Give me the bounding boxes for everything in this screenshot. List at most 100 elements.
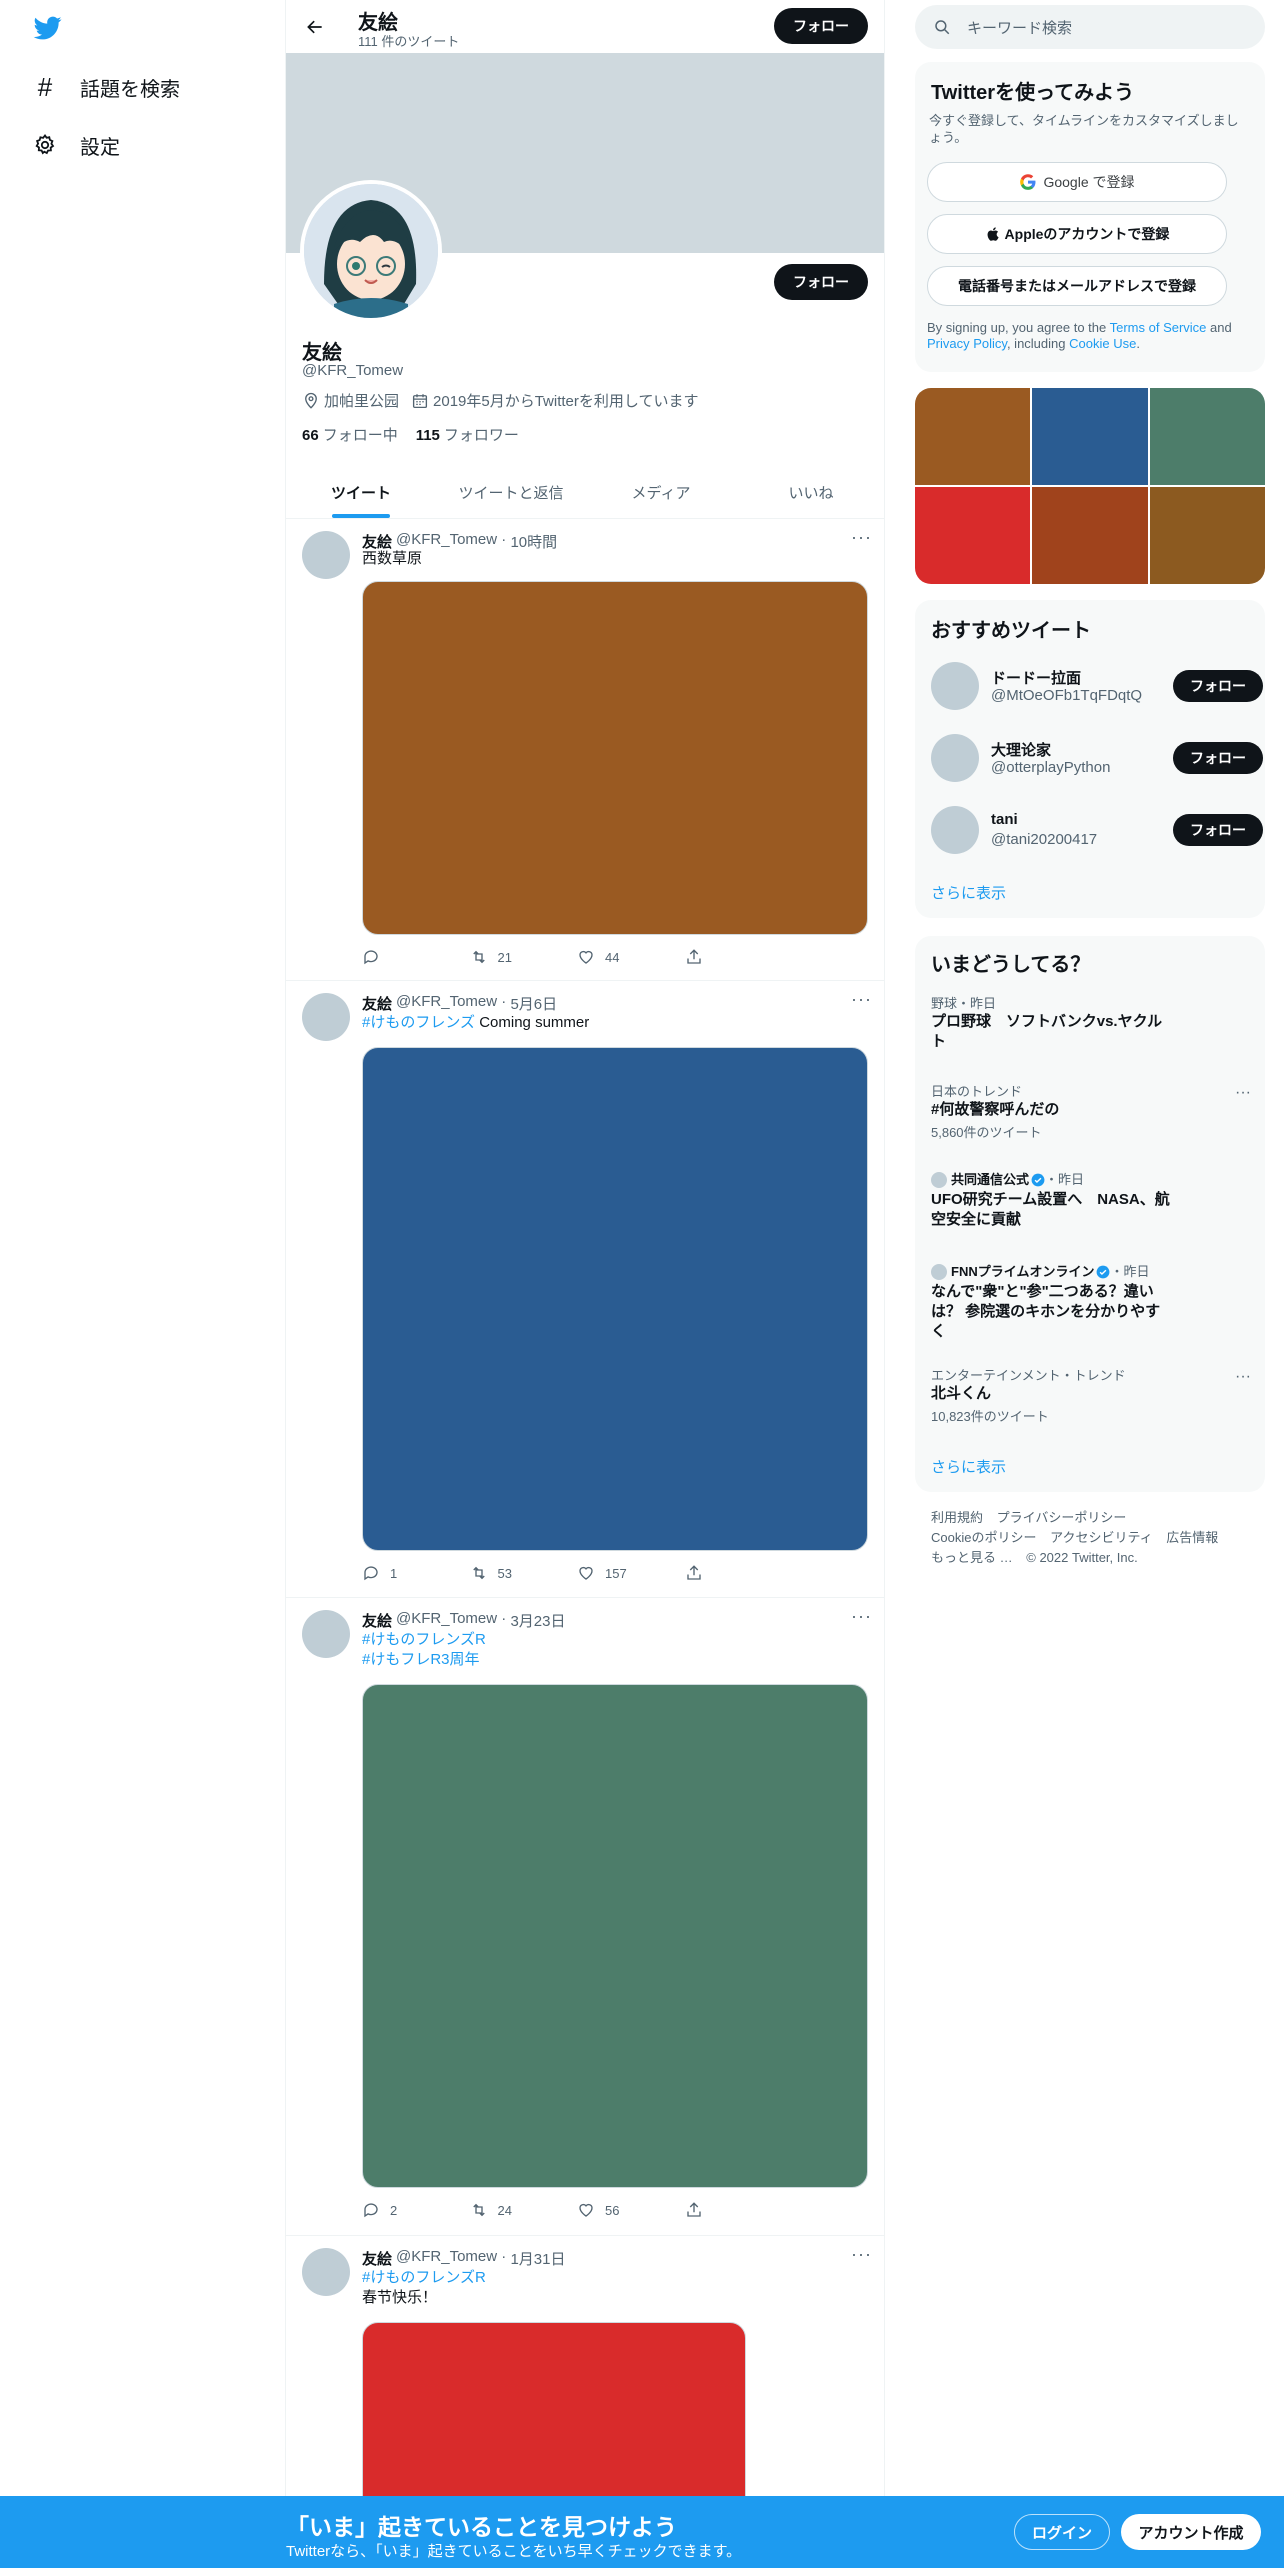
- grid-photo[interactable]: [1149, 388, 1265, 485]
- tab-media[interactable]: メディア: [586, 466, 736, 518]
- user-avatar[interactable]: [931, 806, 979, 854]
- reply-button[interactable]: 2: [362, 2200, 470, 2220]
- profile-follow-button[interactable]: フォロー: [774, 264, 868, 300]
- nav-settings[interactable]: 設定: [32, 125, 120, 165]
- more-options-icon[interactable]: ···: [851, 1606, 872, 1627]
- trend-item[interactable]: 日本のトレンド #何故警察呼んだの 5,860件のツイート ···: [931, 1084, 1251, 1141]
- search-input[interactable]: キーワード検索: [967, 17, 1072, 38]
- share-button[interactable]: [685, 2200, 793, 2220]
- trend-item[interactable]: エンターテインメント・トレンド 北斗くん 10,823件のツイート ···: [931, 1368, 1251, 1425]
- recommended-user[interactable]: 大理论家 @otterplayPython フォロー: [931, 734, 1263, 784]
- trend-item[interactable]: 野球・昨日 プロ野球 ソフトバンクvs.ヤクルト: [931, 996, 1251, 1052]
- tweet-media-image[interactable]: [362, 581, 868, 935]
- grid-photo[interactable]: [915, 388, 1031, 485]
- trend-item[interactable]: FNNプライムオンライン ・昨日 なんで"衆"と"参"二つある？違いは？ 参院選…: [931, 1264, 1251, 1342]
- share-button[interactable]: [685, 1563, 793, 1583]
- tweet-hashtag[interactable]: #けものフレンズ: [362, 1014, 475, 1031]
- more-options-icon[interactable]: ···: [851, 2244, 872, 2265]
- followers-link[interactable]: 115 フォロワー: [416, 424, 519, 445]
- source-time: ・昨日: [1045, 1172, 1085, 1187]
- user-avatar[interactable]: [931, 662, 979, 710]
- tweet-time[interactable]: 3月23日: [510, 1610, 565, 1631]
- google-signup-button[interactable]: Google で登録: [927, 162, 1227, 202]
- grid-photo[interactable]: [915, 487, 1031, 584]
- footer-link[interactable]: Cookieのポリシー: [931, 1530, 1036, 1545]
- terms-of-service-link[interactable]: Terms of Service: [1110, 320, 1207, 335]
- more-options-icon[interactable]: ···: [851, 527, 872, 548]
- create-account-button[interactable]: アカウント作成: [1121, 2514, 1261, 2550]
- grid-photo[interactable]: [1032, 487, 1148, 584]
- follow-button[interactable]: フォロー: [1173, 814, 1263, 846]
- signup-subtitle: 今すぐ登録して、タイムラインをカスタマイズしましょう。: [929, 113, 1239, 145]
- reply-button[interactable]: [362, 947, 470, 967]
- recommended-user[interactable]: tani @tani20200417 フォロー: [931, 806, 1263, 856]
- login-button[interactable]: ログイン: [1014, 2514, 1110, 2550]
- cookie-use-link[interactable]: Cookie Use: [1069, 336, 1136, 351]
- tweet-author-name[interactable]: 友絵: [362, 993, 392, 1014]
- tweet-avatar[interactable]: [302, 993, 350, 1041]
- follow-button[interactable]: フォロー: [1173, 742, 1263, 774]
- more-options-icon[interactable]: ···: [851, 989, 872, 1010]
- trend-count: 10,823件のツイート: [931, 1409, 1049, 1424]
- tweet-item[interactable]: 友絵 @KFR_Tomew · 5月6日 ··· #けものフレンズ Coming…: [286, 981, 884, 1598]
- google-signup-label: Google で登録: [1043, 174, 1135, 190]
- apple-signup-button[interactable]: Appleのアカウントで登録: [927, 214, 1227, 254]
- recommended-user[interactable]: ドードー拉面 @MtOeOFb1TqFDqtQ フォロー: [931, 662, 1263, 712]
- left-nav: # 話題を検索 設定: [0, 0, 285, 2568]
- footer-link[interactable]: 利用規約: [931, 1510, 983, 1525]
- nav-settings-label: 設定: [80, 136, 120, 159]
- phone-email-signup-label: 電話番号またはメールアドレスで登録: [958, 278, 1196, 294]
- tweet-item[interactable]: 友絵 @KFR_Tomew · 3月23日 ··· #けものフレンズR #けもフ…: [286, 1598, 884, 2236]
- retweet-button[interactable]: 24: [470, 2200, 578, 2220]
- more-options-icon[interactable]: ···: [1235, 1368, 1251, 1386]
- like-button[interactable]: 44: [577, 947, 685, 967]
- main-column: 友絵 111 件のツイート フォロー フォロー 友絵 @KFR_Tomew 加帕…: [285, 0, 885, 2568]
- footer-link[interactable]: もっと見る …: [931, 1550, 1013, 1565]
- user-avatar[interactable]: [931, 734, 979, 782]
- grid-photo[interactable]: [1149, 487, 1265, 584]
- tweet-text: #けもフレR3周年: [362, 1650, 480, 1670]
- tweet-avatar[interactable]: [302, 531, 350, 579]
- share-button[interactable]: [685, 947, 793, 967]
- tweet-time[interactable]: 10時間: [510, 531, 557, 552]
- nav-explore[interactable]: # 話題を検索: [32, 67, 180, 107]
- retweet-button[interactable]: 53: [470, 1563, 578, 1583]
- profile-avatar[interactable]: [300, 180, 442, 322]
- more-options-icon[interactable]: ···: [1235, 1084, 1251, 1102]
- tweet-media-image[interactable]: [362, 1684, 868, 2188]
- footer-link[interactable]: 広告情報: [1166, 1530, 1218, 1545]
- tweet-item[interactable]: 友絵 @KFR_Tomew · 10時間 ··· 西数草原 21 44: [286, 519, 884, 981]
- back-arrow-icon[interactable]: [298, 10, 332, 44]
- retweet-button[interactable]: 21: [470, 947, 578, 967]
- tweet-hashtag[interactable]: #けものフレンズR: [362, 2269, 486, 2286]
- tweet-author-name[interactable]: 友絵: [362, 2248, 392, 2269]
- tab-tweets[interactable]: ツイート: [286, 466, 436, 518]
- tweet-avatar[interactable]: [302, 1610, 350, 1658]
- grid-photo[interactable]: [1032, 388, 1148, 485]
- tweet-hashtag[interactable]: #けもフレR3周年: [362, 1651, 480, 1668]
- reply-button[interactable]: 1: [362, 1563, 470, 1583]
- footer-link[interactable]: アクセシビリティ: [1050, 1530, 1153, 1545]
- recommend-show-more-link[interactable]: さらに表示: [931, 882, 1006, 903]
- tweet-hashtag[interactable]: #けものフレンズR: [362, 1631, 486, 1648]
- footer-link[interactable]: プライバシーポリシー: [997, 1510, 1127, 1525]
- header-follow-button[interactable]: フォロー: [774, 8, 868, 44]
- like-button[interactable]: 157: [577, 1563, 685, 1583]
- follow-button[interactable]: フォロー: [1173, 670, 1263, 702]
- tweet-media-image[interactable]: [362, 1047, 868, 1551]
- tab-tweets-and-replies[interactable]: ツイートと返信: [436, 466, 586, 518]
- tab-likes[interactable]: いいね: [736, 466, 884, 518]
- tweet-avatar[interactable]: [302, 2248, 350, 2296]
- terms-text: .: [1136, 336, 1140, 351]
- tweet-author-name[interactable]: 友絵: [362, 1610, 392, 1631]
- phone-email-signup-button[interactable]: 電話番号またはメールアドレスで登録: [927, 266, 1227, 306]
- like-button[interactable]: 56: [577, 2200, 685, 2220]
- trend-item[interactable]: 共同通信公式 ・昨日 UFO研究チーム設置へ NASA、航空安全に貢献: [931, 1172, 1251, 1230]
- tweet-time[interactable]: 1月31日: [510, 2248, 565, 2269]
- privacy-policy-link[interactable]: Privacy Policy: [927, 336, 1007, 351]
- search-box[interactable]: キーワード検索: [915, 5, 1265, 49]
- trends-show-more-link[interactable]: さらに表示: [931, 1456, 1006, 1477]
- following-link[interactable]: 66 フォロー中: [302, 424, 398, 445]
- twitter-logo-icon[interactable]: [32, 14, 64, 42]
- tweet-time[interactable]: 5月6日: [510, 993, 557, 1014]
